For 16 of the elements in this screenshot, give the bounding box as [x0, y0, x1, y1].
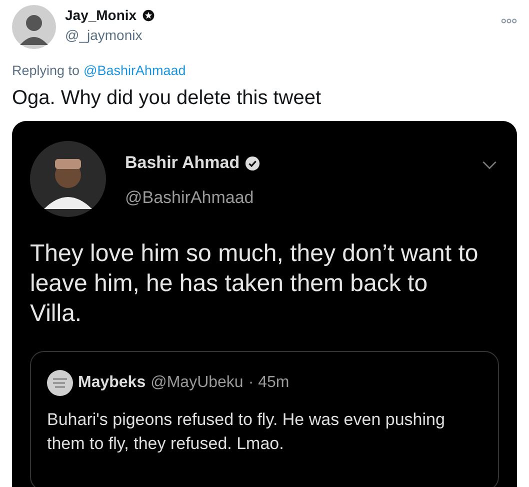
- more-options-icon[interactable]: [501, 18, 517, 24]
- author-handle: @MayUbeku: [150, 374, 244, 392]
- quoted-text: Buhari's pigeons refused to fly. He was even pushing them to fly, they refused. Lmao.: [47, 409, 446, 455]
- author-name[interactable]: Jay_Monix: [65, 7, 137, 23]
- author-handle: @BashirAhmaad: [125, 188, 255, 208]
- tweet-text: They love him so much, they don’t want to leave him, he has taken them back to Villa.: [30, 239, 480, 329]
- tweet-text: Oga. Why did you delete this tweet: [12, 87, 322, 110]
- author-handle[interactable]: @_jaymonix: [65, 27, 155, 43]
- tweet-time: · 45m: [248, 374, 290, 392]
- replying-label: Replying to: [12, 63, 80, 78]
- chevron-down-icon: [482, 161, 497, 170]
- mention-link[interactable]: @BashirAhmaad: [84, 63, 186, 78]
- avatar: [47, 370, 73, 396]
- avatar[interactable]: [12, 5, 56, 49]
- author-name: Maybeks: [78, 374, 146, 392]
- author-name: Bashir Ahmad: [125, 153, 240, 173]
